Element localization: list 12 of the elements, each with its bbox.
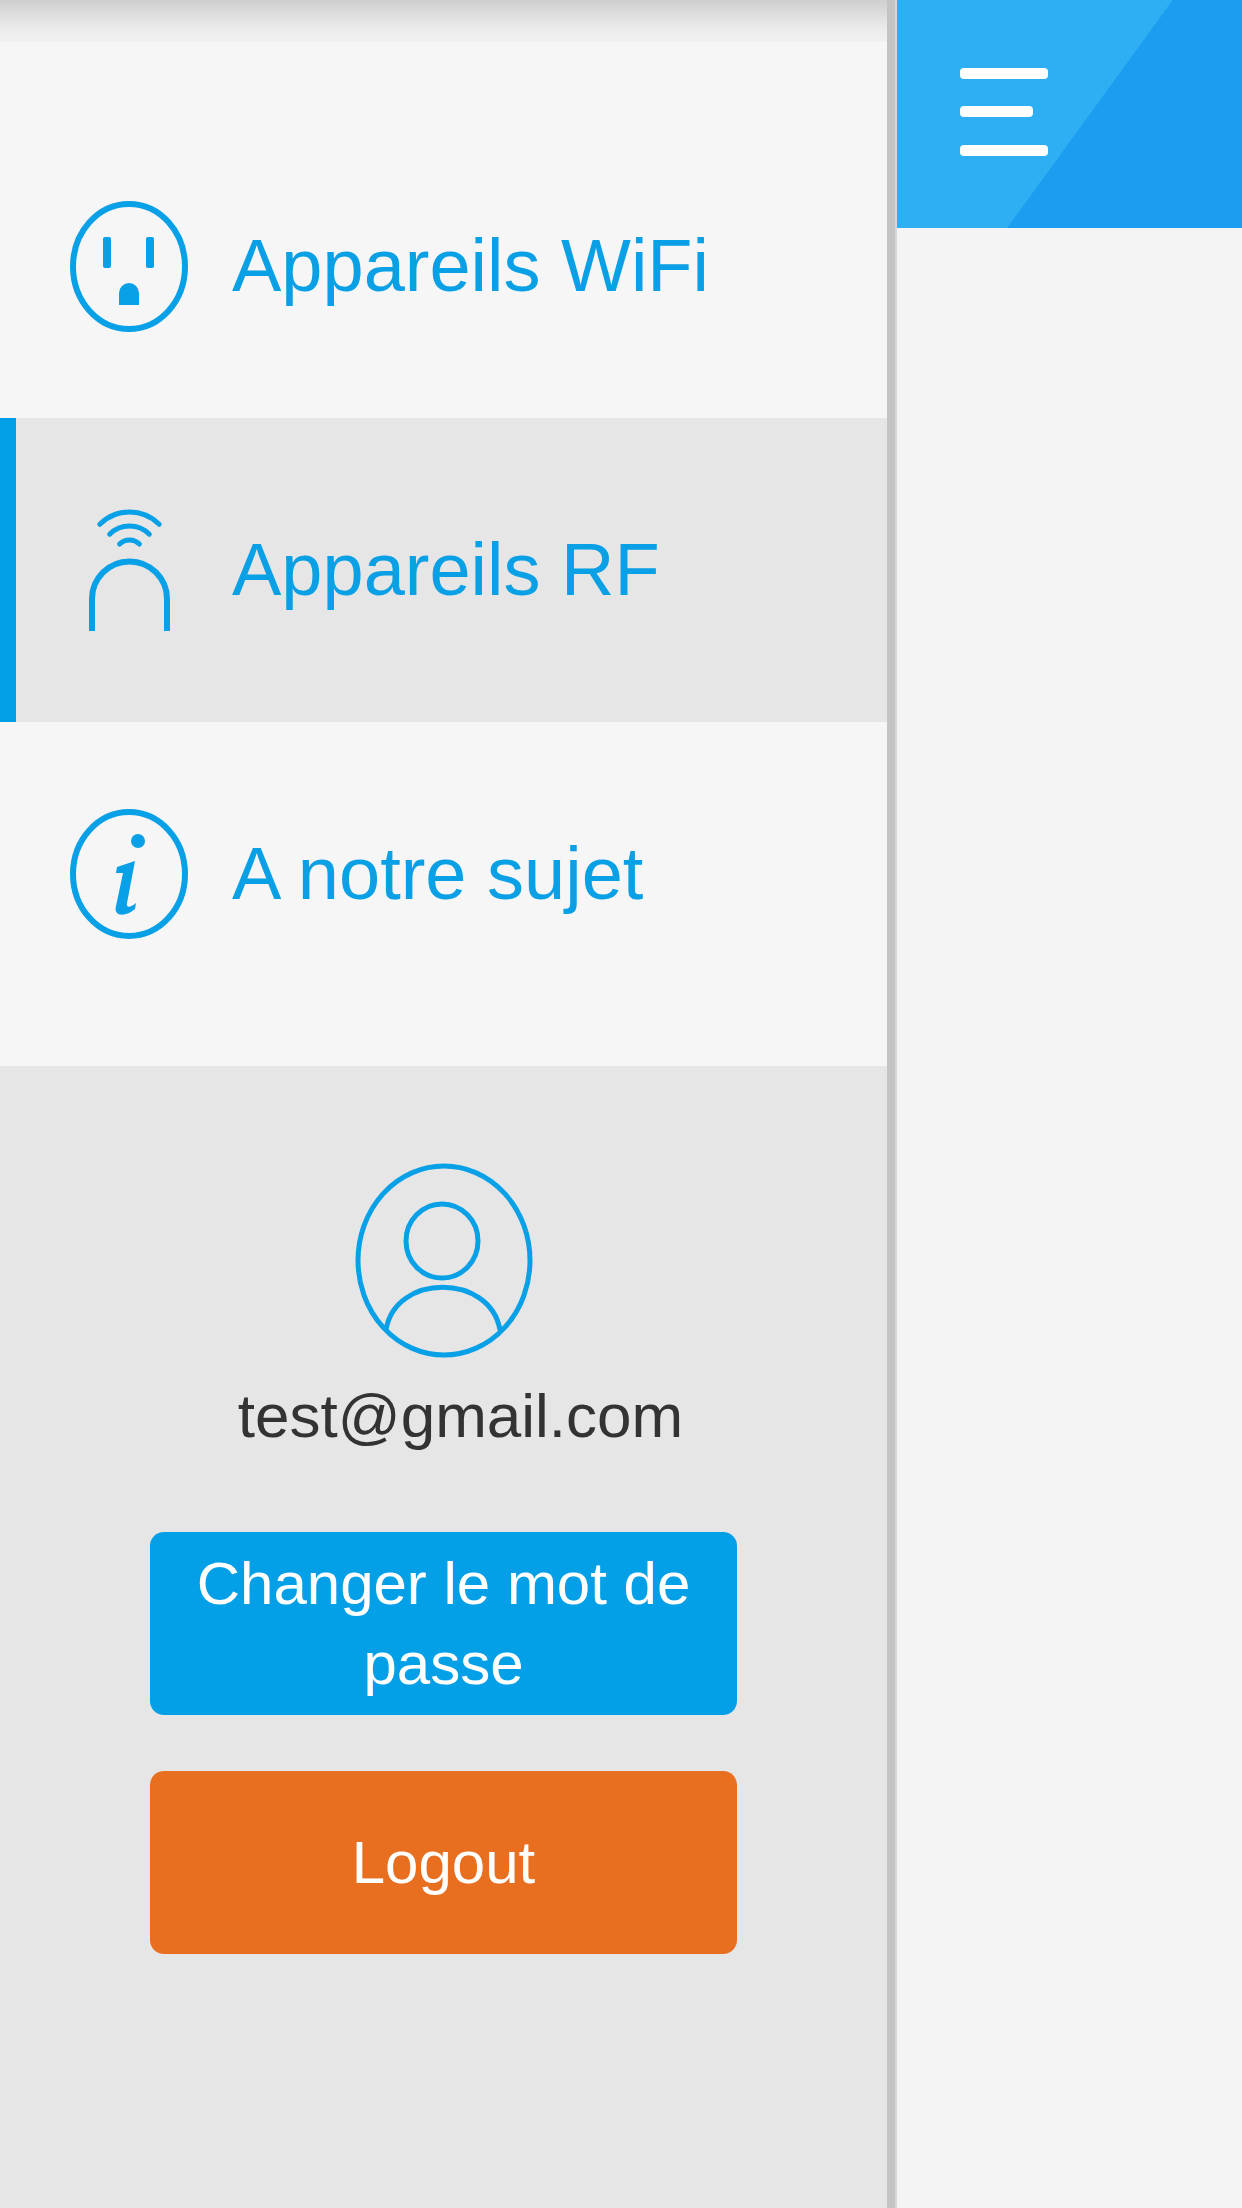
menu-item[interactable]: A notre sujet <box>0 722 887 1026</box>
info-icon <box>70 809 188 939</box>
user-avatar-icon <box>354 1163 533 1358</box>
menu-item[interactable]: Appareils RF <box>0 418 887 722</box>
remote-signal-icon <box>87 509 171 631</box>
logout-button[interactable]: Logout <box>150 1771 737 1954</box>
menu-item[interactable]: Appareils WiFi <box>0 114 887 418</box>
menu-button[interactable] <box>960 68 1048 156</box>
outlet-icon <box>70 200 188 332</box>
menu-icon <box>960 68 1048 156</box>
user-email: test@gmail.com <box>237 1380 684 1452</box>
change-password-button[interactable]: Changer le mot de passe <box>150 1532 737 1715</box>
